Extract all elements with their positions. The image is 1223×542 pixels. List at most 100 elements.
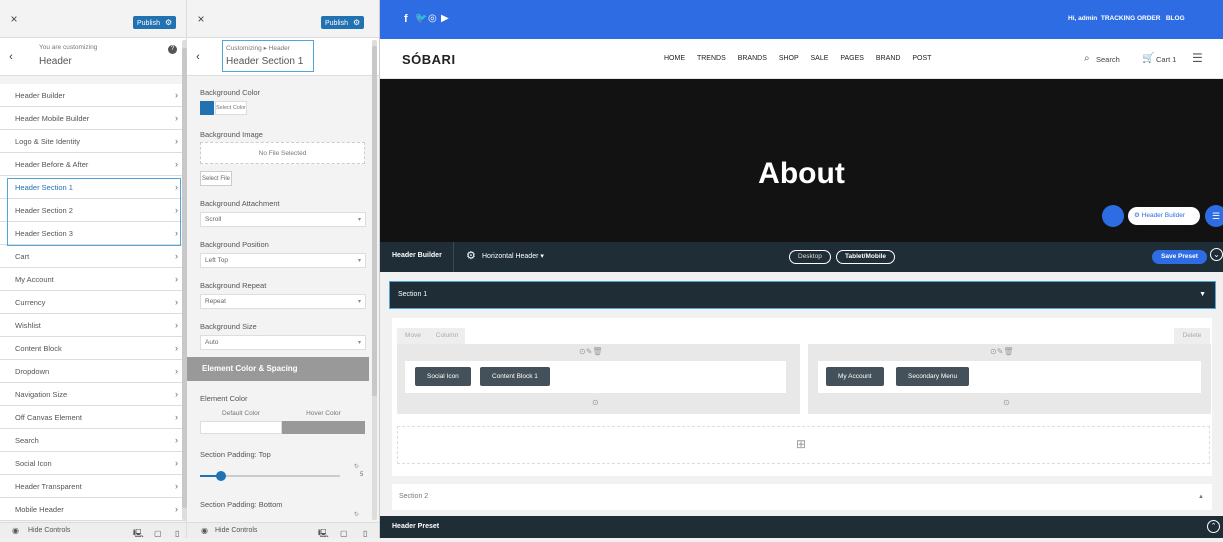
default-color-swatch[interactable]: [200, 421, 282, 434]
site-logo[interactable]: SÓBARI: [402, 52, 456, 67]
close-icon[interactable]: ×: [187, 0, 215, 38]
add-column-icon[interactable]: ⊞: [796, 437, 806, 451]
gear-icon[interactable]: ⚙: [165, 16, 172, 29]
list-icon[interactable]: ☰: [1205, 205, 1223, 227]
facebook-icon[interactable]: f: [404, 13, 408, 25]
add-column-zone[interactable]: ⊞: [397, 426, 1210, 464]
menu-item[interactable]: SALE: [811, 55, 829, 62]
publish-button[interactable]: Publish ⚙: [133, 16, 177, 29]
hamburger-icon[interactable]: ☰: [1192, 51, 1203, 65]
sidebar-item[interactable]: My Account ›: [0, 268, 186, 291]
sidebar-item[interactable]: Header Builder ›: [0, 84, 186, 107]
save-preset-button[interactable]: Save Preset: [1152, 250, 1207, 264]
desktop-icon[interactable]: 🖳: [318, 526, 329, 542]
sidebar-item[interactable]: Currency ›: [0, 291, 186, 314]
caret-down-icon[interactable]: ▼: [1199, 282, 1206, 308]
horizontal-header-dropdown[interactable]: Horizontal Header ▾: [482, 252, 544, 260]
desktop-icon[interactable]: 🖳: [133, 526, 144, 542]
sidebar-item[interactable]: Navigation Size ›: [0, 383, 186, 406]
gear-icon[interactable]: ⚙: [466, 249, 476, 262]
blue-dot[interactable]: [1102, 205, 1124, 227]
element-chip[interactable]: Secondary Menu: [896, 367, 970, 386]
hide-controls-label[interactable]: Hide Controls: [215, 523, 257, 539]
sidebar-item[interactable]: Header Before & After ›: [0, 153, 186, 176]
sidebar-item[interactable]: Social Icon ›: [0, 452, 186, 475]
sidebar-item-label: Search: [15, 436, 39, 445]
menu-item[interactable]: POST: [912, 55, 931, 62]
element-chip[interactable]: Content Block 1: [480, 367, 550, 386]
sidebar-item[interactable]: Header Mobile Builder ›: [0, 107, 186, 130]
sidebar-item[interactable]: Off Canvas Element ›: [0, 406, 186, 429]
sidebar-item[interactable]: Wishlist ›: [0, 314, 186, 337]
back-icon[interactable]: ‹: [187, 38, 209, 76]
desktop-toggle[interactable]: Desktop: [789, 250, 831, 264]
instagram-icon[interactable]: ◎: [428, 13, 437, 24]
bg-attachment-select[interactable]: Scroll ▾: [200, 212, 366, 227]
search-icon[interactable]: ⌕: [1084, 53, 1090, 64]
reset-icon[interactable]: ↻: [354, 511, 359, 518]
tablet-mobile-toggle[interactable]: Tablet/Mobile: [836, 250, 896, 264]
delete-tab[interactable]: Delete: [1174, 328, 1210, 344]
menu-item[interactable]: PAGES: [840, 55, 864, 62]
chevron-down-icon: ▾: [357, 258, 361, 264]
sidebar-item[interactable]: Header Transparent ›: [0, 475, 186, 498]
scrollbar-thumb[interactable]: [372, 46, 377, 396]
color-swatch[interactable]: [200, 101, 214, 115]
section-2-bar[interactable]: Section 2 ▲: [392, 484, 1212, 510]
column-tools-icon[interactable]: ⊙✎🗑: [579, 347, 603, 356]
bg-size-select[interactable]: Auto ▾: [200, 335, 366, 350]
mobile-icon[interactable]: ▯: [175, 526, 179, 542]
menu-item[interactable]: TRENDS: [697, 55, 726, 62]
search-label[interactable]: Search: [1096, 55, 1120, 64]
sidebar-item[interactable]: Mobile Header ›: [0, 498, 186, 521]
menu-item[interactable]: BRANDS: [738, 55, 767, 62]
gear-icon[interactable]: ⚙: [353, 16, 360, 29]
slider-handle[interactable]: [216, 471, 226, 481]
hover-color-swatch[interactable]: [282, 421, 365, 434]
cart-label[interactable]: Cart 1: [1156, 55, 1176, 64]
section-1-bar[interactable]: Section 1 ▼: [389, 281, 1216, 309]
cart-icon[interactable]: 🛒: [1142, 53, 1154, 64]
tablet-icon[interactable]: ▢: [340, 526, 348, 542]
sidebar-item[interactable]: Cart ›: [0, 245, 186, 268]
hide-controls-icon[interactable]: ◉: [201, 523, 208, 539]
twitter-icon[interactable]: 🐦: [415, 13, 427, 24]
add-icon[interactable]: ⊙: [1003, 398, 1010, 407]
element-chip[interactable]: My Account: [826, 367, 884, 386]
hide-controls-label[interactable]: Hide Controls: [28, 523, 70, 539]
select-color-button[interactable]: Select Color: [215, 101, 247, 115]
customizing-label: You are customizing: [39, 44, 98, 51]
menu-item[interactable]: BRAND: [876, 55, 901, 62]
divider: [453, 242, 454, 272]
mobile-icon[interactable]: ▯: [363, 526, 367, 542]
column-tools-icon[interactable]: ⊙✎🗑: [990, 347, 1014, 356]
header-builder-chip[interactable]: ⚙ Header Builder: [1128, 207, 1200, 225]
sidebar-item-label: Navigation Size: [15, 390, 68, 399]
menu-item[interactable]: HOME: [664, 55, 685, 62]
column-tab[interactable]: Column: [429, 328, 465, 344]
sidebar-item[interactable]: Dropdown ›: [0, 360, 186, 383]
bg-repeat-select[interactable]: Repeat ▾: [200, 294, 366, 309]
publish-button[interactable]: Publish ⚙: [321, 16, 365, 29]
close-icon[interactable]: ×: [0, 0, 28, 38]
chevron-up-icon[interactable]: ⌃: [1207, 520, 1220, 533]
element-chip[interactable]: Social Icon: [415, 367, 471, 386]
add-icon[interactable]: ⊙: [592, 398, 599, 407]
sidebar-item[interactable]: Logo & Site Identity ›: [0, 130, 186, 153]
tablet-icon[interactable]: ▢: [154, 526, 162, 542]
hide-controls-icon[interactable]: ◉: [12, 523, 19, 539]
back-icon[interactable]: ‹: [0, 38, 22, 76]
chevron-down-icon[interactable]: ⌄: [1210, 248, 1223, 261]
caret-up-icon[interactable]: ▲: [1198, 484, 1204, 510]
move-tab[interactable]: Move: [397, 328, 429, 344]
sidebar-item[interactable]: Search ›: [0, 429, 186, 452]
menu-item[interactable]: SHOP: [779, 55, 799, 62]
select-file-button[interactable]: Select File: [200, 171, 232, 186]
topbar-right-links[interactable]: Hi, admin TRACKING ORDER BLOG: [1068, 15, 1185, 22]
sidebar-item[interactable]: Content Block ›: [0, 337, 186, 360]
chevron-down-icon: ▾: [357, 340, 361, 346]
help-icon[interactable]: ?: [168, 45, 177, 54]
reset-icon[interactable]: ↻: [354, 463, 359, 470]
bg-position-select[interactable]: Left Top ▾: [200, 253, 366, 268]
youtube-icon[interactable]: ▶: [441, 13, 449, 24]
